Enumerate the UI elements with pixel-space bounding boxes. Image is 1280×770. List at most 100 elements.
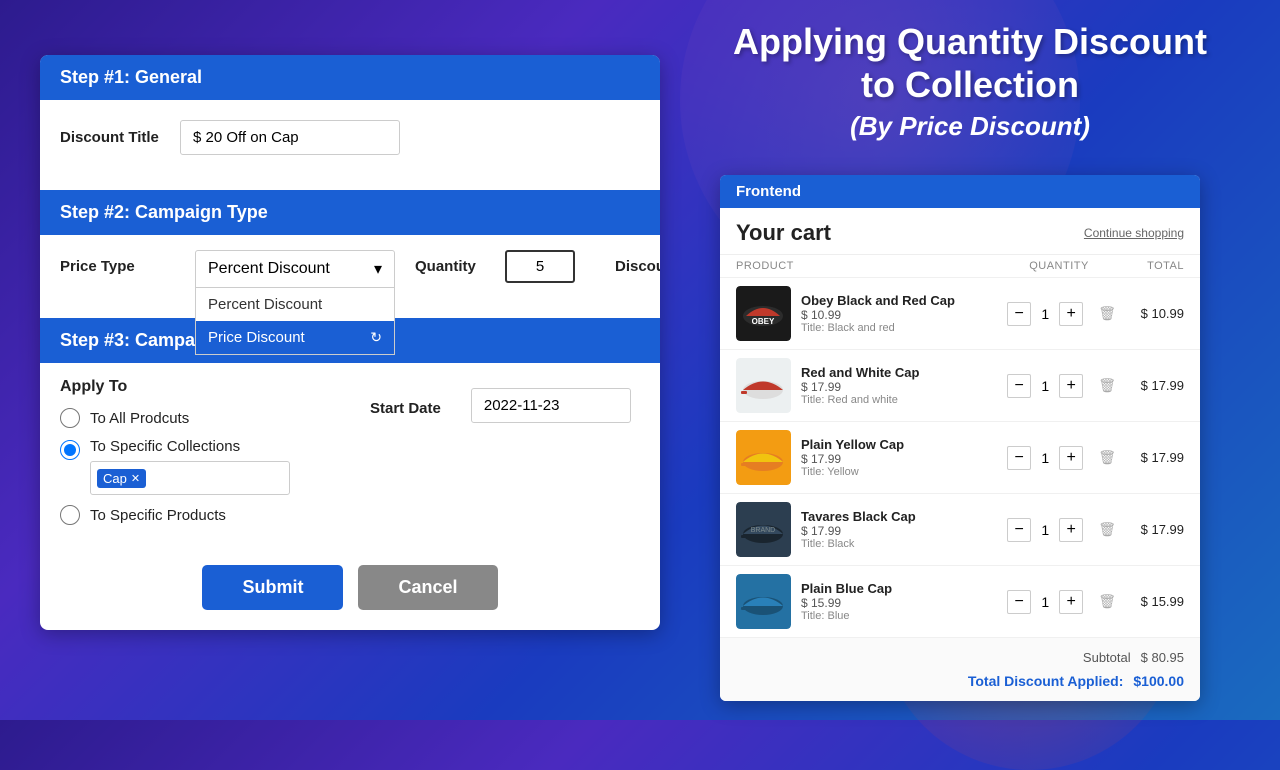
product-details-1: Red and White Cap $ 17.99 Title: Red and… — [801, 365, 1000, 406]
qty-value-0: 1 — [1035, 306, 1055, 322]
radio-collections-label: To Specific Collections — [90, 438, 290, 455]
product-details-2: Plain Yellow Cap $ 17.99 Title: Yellow — [801, 437, 1000, 478]
step1-header: Step #1: General — [40, 55, 660, 100]
price-type-dropdown[interactable]: Percent Discount ▾ Percent Discount Pric… — [195, 250, 395, 288]
product-image-0: OBEY — [736, 286, 791, 341]
delete-item-0[interactable]: 🗑 — [1098, 305, 1116, 322]
radio-products-label: To Specific Products — [90, 507, 226, 524]
product-name-1: Red and White Cap — [801, 365, 1000, 380]
product-image-1 — [736, 358, 791, 413]
radio-all-label: To All Prodcuts — [90, 410, 189, 427]
cart-footer: Subtotal $ 80.95 Total Discount Applied:… — [720, 638, 1200, 701]
product-title-1: Title: Red and white — [801, 394, 1000, 406]
frontend-label: Frontend — [720, 175, 1200, 208]
product-price-2: $ 17.99 — [801, 452, 1000, 466]
heading-line1: Applying Quantity Discount — [733, 21, 1207, 62]
product-price-1: $ 17.99 — [801, 380, 1000, 394]
dropdown-display[interactable]: Percent Discount ▾ — [195, 250, 395, 288]
dropdown-option-percent[interactable]: Percent Discount — [196, 288, 394, 321]
cart-title: Your cart — [736, 220, 831, 246]
qty-decrease-1[interactable]: − — [1007, 374, 1031, 398]
radio-collections[interactable] — [60, 440, 80, 460]
dropdown-option-price[interactable]: Price Discount ↻ — [196, 321, 394, 354]
quantity-label: Quantity — [415, 258, 495, 275]
quantity-input[interactable] — [505, 250, 575, 283]
total-discount-value: $100.00 — [1133, 673, 1184, 689]
qty-increase-0[interactable]: + — [1059, 302, 1083, 326]
svg-text:BRAND: BRAND — [751, 527, 776, 534]
svg-text:OBEY: OBEY — [752, 317, 775, 326]
dropdown-selected-text: Percent Discount — [208, 260, 330, 278]
product-title-3: Title: Black — [801, 538, 1000, 550]
col-header-product: PRODUCT — [736, 260, 1004, 272]
qty-control-4: − 1 + — [1000, 590, 1090, 614]
collection-tag: Cap ✕ — [97, 469, 146, 488]
heading-subtitle: (By Price Discount) — [660, 111, 1280, 142]
product-name-2: Plain Yellow Cap — [801, 437, 1000, 452]
delete-item-1[interactable]: 🗑 — [1098, 377, 1116, 394]
page-heading: Applying Quantity Discount to Collection… — [660, 20, 1280, 142]
table-row: Red and White Cap $ 17.99 Title: Red and… — [720, 350, 1200, 422]
continue-shopping-link[interactable]: Continue shopping — [1084, 226, 1184, 240]
total-discount-label: Total Discount Applied: — [968, 673, 1124, 689]
heading-line2: to Collection — [861, 64, 1079, 105]
item-total-0: $ 10.99 — [1124, 306, 1184, 321]
product-details-4: Plain Blue Cap $ 15.99 Title: Blue — [801, 581, 1000, 622]
product-name-4: Plain Blue Cap — [801, 581, 1000, 596]
cancel-button[interactable]: Cancel — [358, 565, 497, 610]
radio-all-products[interactable] — [60, 408, 80, 428]
qty-decrease-2[interactable]: − — [1007, 446, 1031, 470]
radio-products[interactable] — [60, 505, 80, 525]
delete-item-2[interactable]: 🗑 — [1098, 449, 1116, 466]
frontend-panel: Frontend Your cart Continue shopping PRO… — [720, 175, 1200, 701]
qty-increase-4[interactable]: + — [1059, 590, 1083, 614]
product-price-3: $ 17.99 — [801, 524, 1000, 538]
item-total-3: $ 17.99 — [1124, 522, 1184, 537]
col-header-quantity: QUANTITY — [1004, 260, 1114, 272]
qty-value-4: 1 — [1035, 594, 1055, 610]
product-name-3: Tavares Black Cap — [801, 509, 1000, 524]
start-date-label: Start Date — [370, 394, 441, 417]
qty-control-0: − 1 + — [1000, 302, 1090, 326]
qty-value-3: 1 — [1035, 522, 1055, 538]
discount-label: Discount — [615, 258, 660, 275]
col-header-total: TOTAL — [1114, 260, 1184, 272]
product-price-0: $ 10.99 — [801, 308, 1000, 322]
submit-button[interactable]: Submit — [202, 565, 343, 610]
qty-value-2: 1 — [1035, 450, 1055, 466]
left-panel: Step #1: General Discount Title Step #2:… — [40, 55, 660, 630]
product-name-0: Obey Black and Red Cap — [801, 293, 1000, 308]
product-title-2: Title: Yellow — [801, 466, 1000, 478]
product-details-3: Tavares Black Cap $ 17.99 Title: Black — [801, 509, 1000, 550]
qty-decrease-0[interactable]: − — [1007, 302, 1031, 326]
item-total-4: $ 15.99 — [1124, 594, 1184, 609]
qty-control-1: − 1 + — [1000, 374, 1090, 398]
delete-item-4[interactable]: 🗑 — [1098, 593, 1116, 610]
qty-increase-1[interactable]: + — [1059, 374, 1083, 398]
tag-remove-icon[interactable]: ✕ — [131, 472, 140, 485]
delete-item-3[interactable]: 🗑 — [1098, 521, 1116, 538]
qty-control-2: − 1 + — [1000, 446, 1090, 470]
collections-tag-input[interactable]: Cap ✕ — [90, 461, 290, 495]
start-date-input[interactable] — [471, 388, 631, 423]
qty-increase-2[interactable]: + — [1059, 446, 1083, 470]
chevron-down-icon: ▾ — [374, 259, 382, 279]
qty-increase-3[interactable]: + — [1059, 518, 1083, 542]
loading-icon: ↻ — [370, 329, 382, 346]
product-details-0: Obey Black and Red Cap $ 10.99 Title: Bl… — [801, 293, 1000, 334]
qty-decrease-3[interactable]: − — [1007, 518, 1031, 542]
subtotal-value: $ 80.95 — [1141, 650, 1184, 665]
qty-value-1: 1 — [1035, 378, 1055, 394]
price-type-label: Price Type — [60, 250, 180, 275]
discount-title-input[interactable] — [180, 120, 400, 155]
table-row: OBEY Obey Black and Red Cap $ 10.99 Titl… — [720, 278, 1200, 350]
table-row: Plain Yellow Cap $ 17.99 Title: Yellow −… — [720, 422, 1200, 494]
apply-to-label: Apply To — [60, 378, 330, 396]
product-image-2 — [736, 430, 791, 485]
qty-decrease-4[interactable]: − — [1007, 590, 1031, 614]
product-title-4: Title: Blue — [801, 610, 1000, 622]
subtotal-label: Subtotal — [1083, 650, 1131, 665]
cart-items-list: OBEY Obey Black and Red Cap $ 10.99 Titl… — [720, 278, 1200, 638]
step2-header: Step #2: Campaign Type — [40, 190, 660, 235]
product-image-3: BRAND — [736, 502, 791, 557]
